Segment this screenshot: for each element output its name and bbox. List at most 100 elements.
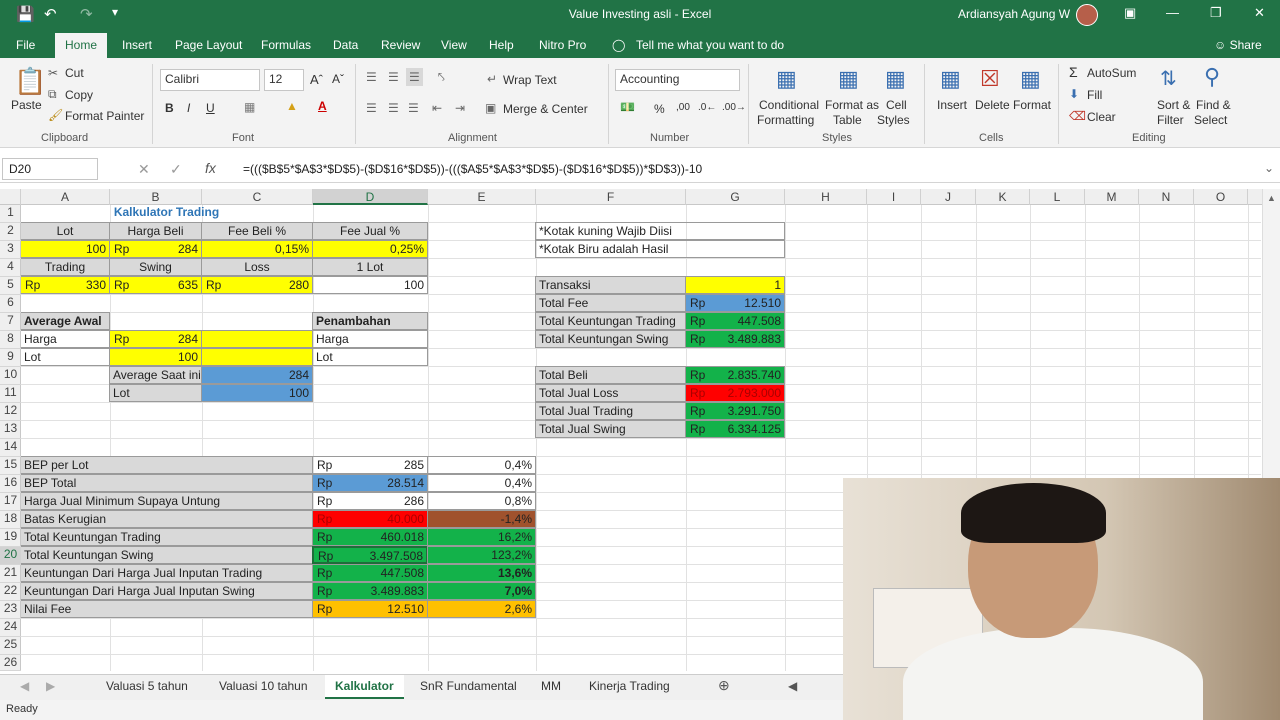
paste-icon[interactable]: 📋 <box>14 66 46 97</box>
format-cells-button[interactable]: Format <box>1013 98 1051 112</box>
cell[interactable]: 1 Lot <box>312 258 428 276</box>
cut-icon[interactable]: ✂ <box>48 66 58 80</box>
sheet-tab[interactable]: Valuasi 5 tahun <box>106 679 188 693</box>
cell-result[interactable]: Rp 447.508 <box>312 564 428 582</box>
column-header[interactable]: N <box>1139 189 1194 205</box>
bold-icon[interactable]: B <box>165 101 174 115</box>
note-cell[interactable]: *Kotak kuning Wajib Diisi <box>535 222 785 240</box>
row-header[interactable]: 1 <box>0 205 21 223</box>
column-header[interactable]: O <box>1194 189 1248 205</box>
cell-input[interactable]: 0,25% <box>312 240 428 258</box>
format-as-table-icon[interactable]: ▦ <box>838 66 859 92</box>
copy-icon[interactable]: ⧉ <box>48 87 57 102</box>
row-header[interactable]: 26 <box>0 655 21 671</box>
autosum-button[interactable]: AutoSum <box>1087 66 1136 80</box>
ribbon-display-icon[interactable]: ▣ <box>1124 5 1136 21</box>
format-as-table-button[interactable]: Format as <box>825 98 879 112</box>
tab-file[interactable]: File <box>16 38 35 52</box>
cell[interactable]: Total Keuntungan Trading <box>535 312 686 330</box>
cell[interactable]: Trading <box>21 258 110 276</box>
cell[interactable]: Total Keuntungan Trading <box>21 528 313 546</box>
increase-font-icon[interactable]: Aˆ <box>310 72 323 87</box>
cell-result[interactable]: Rp 12.510 <box>685 294 785 312</box>
wrap-text-button[interactable]: Wrap Text <box>503 73 557 87</box>
percent-style-icon[interactable]: % <box>654 102 665 116</box>
cell-input[interactable] <box>201 348 313 366</box>
italic-icon[interactable]: I <box>187 101 190 115</box>
hscroll-left-icon[interactable]: ◀ <box>788 679 797 693</box>
cell[interactable]: Keuntungan Dari Harga Jual Inputan Swing <box>21 582 313 600</box>
cell[interactable]: Total Keuntungan Swing <box>21 546 313 564</box>
column-header[interactable]: I <box>867 189 921 205</box>
row-header[interactable]: 5 <box>0 277 21 295</box>
number-format-select[interactable]: Accounting <box>615 69 740 91</box>
cell[interactable]: Fee Beli % <box>201 222 313 240</box>
cell[interactable]: Rp 286 <box>312 492 428 510</box>
cell-input[interactable]: 1 <box>685 276 785 294</box>
cell[interactable]: Lot <box>109 384 202 402</box>
cell-result[interactable]: 7,0% <box>427 582 536 600</box>
cell-result[interactable]: Rp 3.489.883 <box>685 330 785 348</box>
formula-input[interactable]: =((($B$5*$A$3*$D$5)-($D$16*$D$5))-((($A$… <box>243 162 702 176</box>
cell[interactable]: Swing <box>109 258 202 276</box>
sheet-tab[interactable]: Kinerja Trading <box>589 679 670 693</box>
delete-cells-button[interactable]: Delete <box>975 98 1010 112</box>
cell-input[interactable] <box>201 330 313 348</box>
scroll-up-icon[interactable]: ▲ <box>1267 193 1276 203</box>
cell[interactable]: 0,8% <box>427 492 536 510</box>
conditional-formatting-icon[interactable]: ▦ <box>776 66 797 92</box>
cell-result[interactable]: 100 <box>201 384 313 402</box>
cell-input[interactable]: 0,15% <box>201 240 313 258</box>
row-header[interactable]: 21 <box>0 565 21 583</box>
column-header[interactable]: C <box>202 189 313 205</box>
close-icon[interactable]: ✕ <box>1254 5 1265 21</box>
cell[interactable]: Lot <box>21 222 110 240</box>
cell-result[interactable]: Rp 28.514 <box>312 474 428 492</box>
scroll-tabs-left-icon[interactable]: ◀ <box>20 679 29 693</box>
cell-result[interactable]: 16,2% <box>427 528 536 546</box>
note-cell[interactable]: *Kotak Biru adalah Hasil <box>535 240 785 258</box>
cell[interactable]: Harga Jual Minimum Supaya Untung <box>21 492 313 510</box>
cell-styles-button[interactable]: Cell <box>886 98 907 112</box>
column-header[interactable]: B <box>110 189 202 205</box>
orientation-icon[interactable]: ⤣ <box>438 70 445 85</box>
delete-cells-icon[interactable]: ☒ <box>980 66 1000 92</box>
column-header[interactable]: E <box>428 189 536 205</box>
cell[interactable]: 0,4% <box>427 456 536 474</box>
cell[interactable]: 0,4% <box>427 474 536 492</box>
format-cells-icon[interactable]: ▦ <box>1020 66 1041 92</box>
cell[interactable]: BEP per Lot <box>21 456 313 474</box>
tab-data[interactable]: Data <box>333 38 358 52</box>
avatar[interactable] <box>1076 4 1098 26</box>
font-color-icon[interactable]: A <box>318 99 327 113</box>
row-header[interactable]: 13 <box>0 421 21 439</box>
active-cell[interactable]: Rp 3.497.508 <box>312 546 428 564</box>
row-header[interactable]: 23 <box>0 601 21 619</box>
row-header[interactable]: 8 <box>0 331 21 349</box>
maximize-icon[interactable]: ❐ <box>1210 5 1222 21</box>
align-left-icon[interactable]: ☰ <box>366 101 377 115</box>
name-box[interactable]: D20 <box>2 158 98 180</box>
tab-help[interactable]: Help <box>489 38 514 52</box>
row-header[interactable]: 12 <box>0 403 21 421</box>
cell-input[interactable]: Rp 284 <box>109 330 202 348</box>
cell[interactable]: Total Beli <box>535 366 686 384</box>
cell-result[interactable]: Rp 460.018 <box>312 528 428 546</box>
increase-decimal-icon[interactable]: .0← <box>698 102 716 113</box>
align-top-icon[interactable]: ☰ <box>366 70 377 84</box>
cell[interactable]: Nilai Fee <box>21 600 313 618</box>
tab-nitro-pro[interactable]: Nitro Pro <box>539 38 586 52</box>
row-header-selected[interactable]: 20 <box>0 547 21 565</box>
minimize-icon[interactable]: — <box>1166 5 1179 20</box>
tell-me-search[interactable]: Tell me what you want to do <box>636 38 784 52</box>
cell-result[interactable]: 2,6% <box>427 600 536 618</box>
cell-result[interactable]: Rp 3.291.750 <box>685 402 785 420</box>
column-header-selected[interactable]: D <box>313 189 428 205</box>
cell[interactable]: Lot <box>21 348 110 366</box>
align-bottom-icon[interactable]: ☰ <box>406 68 423 86</box>
cell-input[interactable]: Rp 280 <box>201 276 313 294</box>
row-header[interactable]: 7 <box>0 313 21 331</box>
cell-result[interactable]: 13,6% <box>427 564 536 582</box>
cell[interactable]: Harga Beli <box>109 222 202 240</box>
align-center-icon[interactable]: ☰ <box>388 101 399 115</box>
